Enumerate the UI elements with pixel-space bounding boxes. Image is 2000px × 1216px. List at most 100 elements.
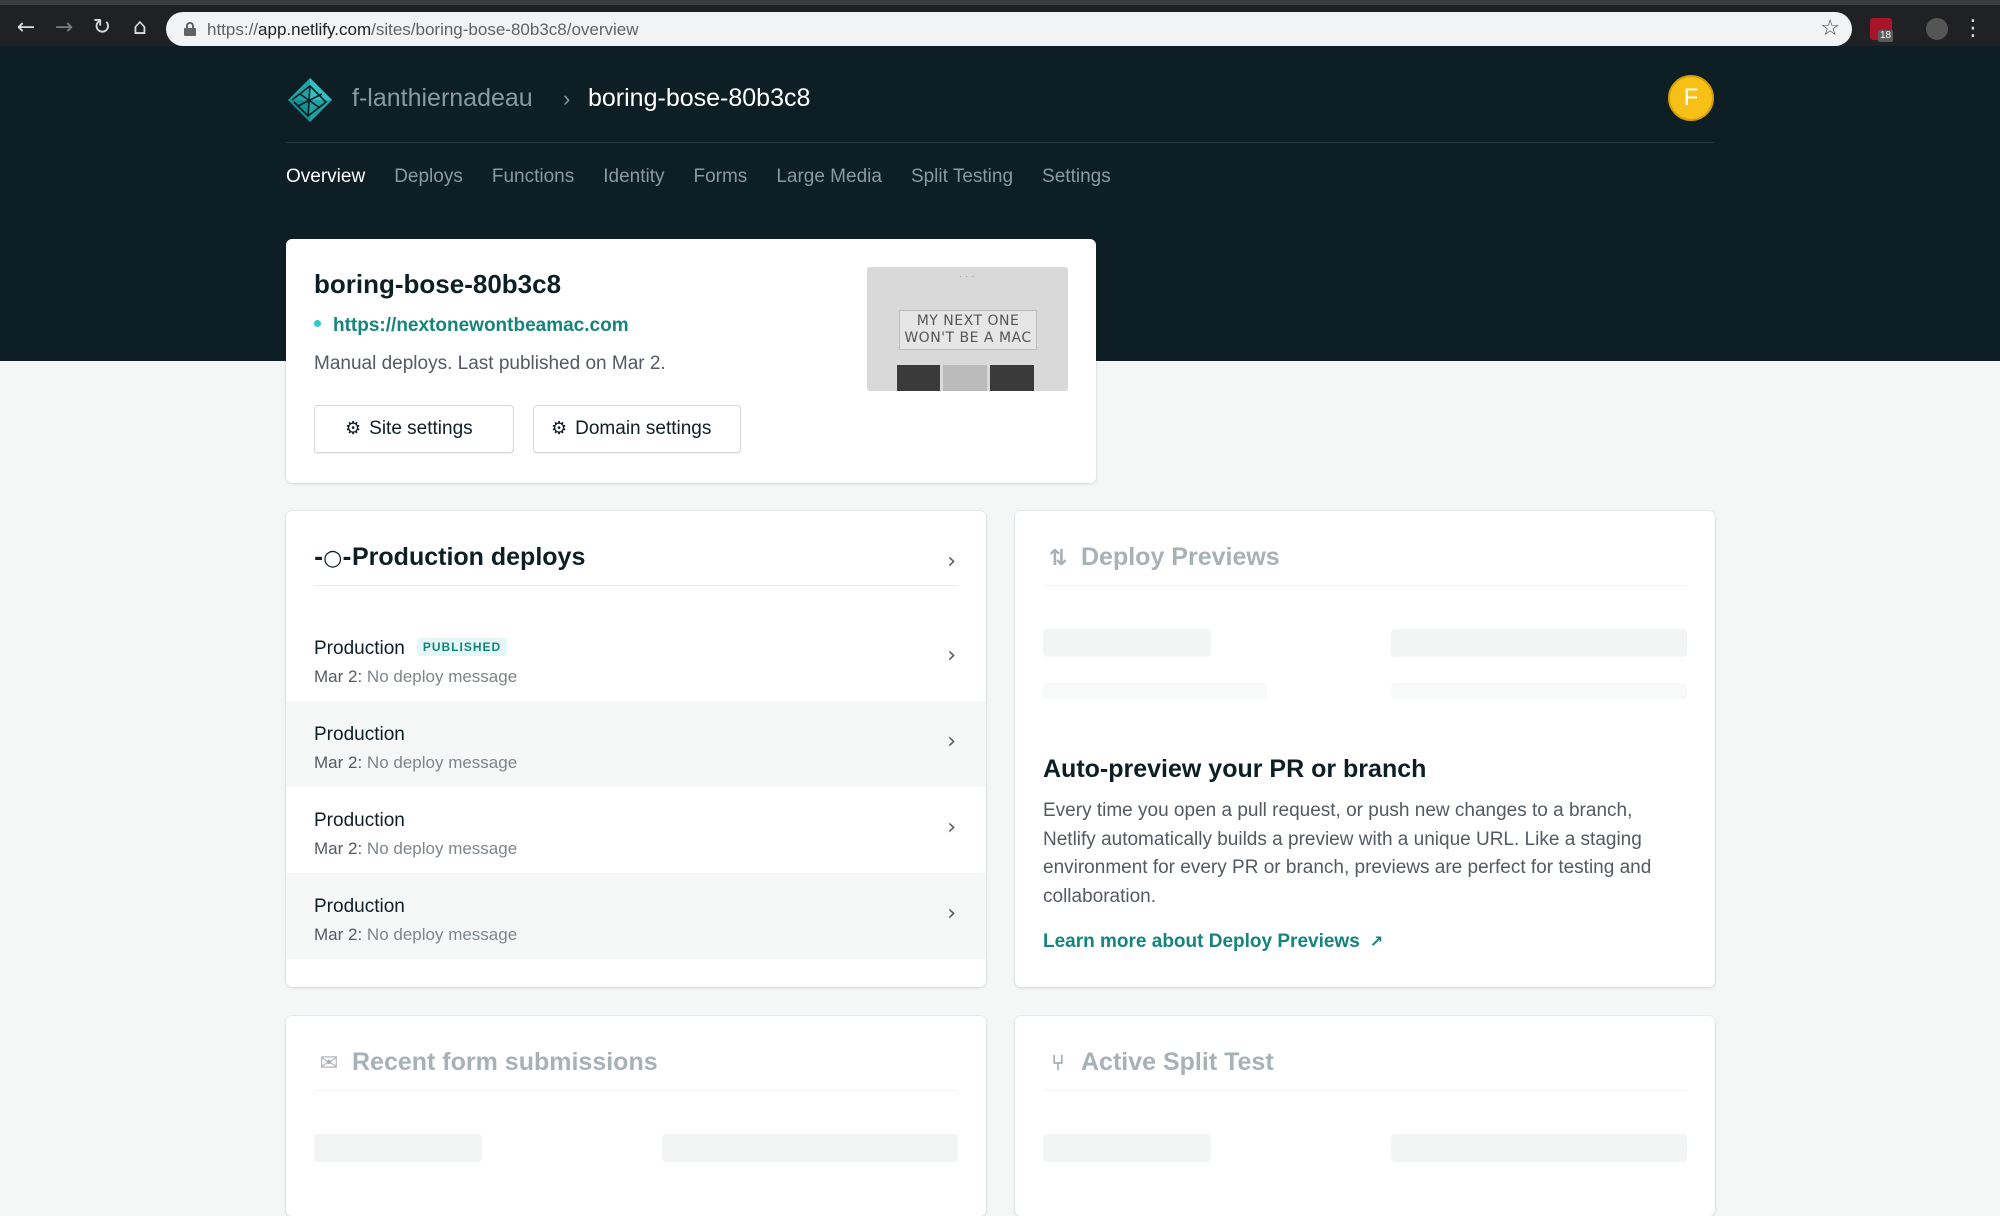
chevron-right-icon: › [947, 643, 956, 668]
skeleton-placeholder [314, 1134, 482, 1162]
card-divider [314, 1090, 958, 1091]
chevron-right-icon: › [947, 901, 956, 926]
tab-overview[interactable]: Overview [286, 166, 365, 196]
netlify-logo-icon[interactable] [286, 76, 334, 124]
chevron-right-icon: › [947, 729, 956, 754]
deploy-subtitle: Mar 2: No deploy message [314, 753, 517, 773]
site-url-text[interactable]: https://nextonewontbeamac.com [333, 315, 629, 336]
site-settings-button[interactable]: ⚙ Site settings [314, 405, 514, 453]
production-deploys-label: Production deploys [352, 543, 586, 571]
chevron-right-icon: › [947, 815, 956, 840]
deploy-subtitle: Mar 2: No deploy message [314, 925, 517, 945]
form-submissions-title: ✉ Recent form submissions [314, 1048, 658, 1077]
production-deploys-card: -○-Production deploys › Production PUBLIS… [286, 511, 986, 987]
deploy-previews-card: ⇅ Deploy Previews Auto-preview your PR or… [1015, 511, 1715, 987]
thumbnail-image-1 [897, 365, 940, 391]
deploy-row[interactable]: Production Mar 2: No deploy message › [286, 873, 986, 959]
commit-icon: -○- [314, 546, 352, 571]
deploy-message: No deploy message [366, 925, 518, 944]
thumbnail-line-1: MY NEXT ONE [916, 313, 1020, 329]
chevron-right-icon[interactable]: › [947, 549, 956, 574]
deploy-title: Production [314, 724, 405, 746]
tab-settings[interactable]: Settings [1042, 166, 1111, 196]
deploy-title-text: Production [314, 810, 405, 831]
gear-icon: ⚙ [551, 418, 568, 439]
breadcrumb-separator: › [563, 86, 571, 111]
tab-large-media[interactable]: Large Media [776, 166, 882, 196]
split-test-card: ⑂ Active Split Test [1015, 1016, 1715, 1216]
reload-icon[interactable]: ↻ [88, 14, 116, 42]
user-avatar[interactable]: F [1668, 75, 1714, 121]
deploy-title: Production PUBLISHED [314, 637, 508, 660]
external-link-icon: ↗ [1369, 932, 1384, 951]
deploy-message: No deploy message [366, 667, 518, 686]
split-test-label: Active Split Test [1081, 1048, 1274, 1076]
kebab-menu-icon[interactable]: ⋮ [1962, 18, 1984, 40]
site-nav-tabs: Overview Deploys Functions Identity Form… [286, 166, 1140, 196]
deploy-row[interactable]: Production PUBLISHED Mar 2: No deploy mes… [286, 615, 986, 701]
back-arrow-icon[interactable]: ← [12, 14, 40, 42]
deploy-date: Mar 2: [314, 925, 363, 944]
production-deploys-title[interactable]: -○-Production deploys [314, 543, 585, 572]
skeleton-placeholder [1391, 1134, 1687, 1162]
deploy-previews-title: ⇅ Deploy Previews [1043, 543, 1280, 572]
home-icon[interactable]: ⌂ [126, 14, 154, 42]
domain-settings-button[interactable]: ⚙ Domain settings [533, 405, 741, 453]
deploy-subtitle: Mar 2: No deploy message [314, 667, 517, 687]
skeleton-placeholder [1043, 1134, 1211, 1162]
card-divider [1043, 1090, 1687, 1091]
skeleton-placeholder [1043, 629, 1211, 657]
star-icon[interactable]: ☆ [1820, 16, 1840, 41]
thumbnail-dots: · · · [959, 271, 975, 282]
tab-split-testing[interactable]: Split Testing [911, 166, 1013, 196]
site-settings-label: Site settings [369, 418, 473, 439]
lock-icon [184, 22, 196, 36]
deploy-row[interactable]: Production Mar 2: No deploy message › [286, 787, 986, 873]
breadcrumb-site[interactable]: boring-bose-80b3c8 [588, 84, 810, 113]
deploy-title: Production [314, 896, 405, 918]
forward-arrow-icon[interactable]: → [50, 14, 78, 42]
deploy-title-text: Production [314, 724, 405, 745]
deploy-title-text: Production [314, 638, 405, 659]
skeleton-placeholder [1043, 683, 1267, 699]
deploy-row[interactable]: Production Mar 2: No deploy message › [286, 701, 986, 787]
branch-split-icon: ⑂ [1051, 1051, 1065, 1076]
tab-deploys[interactable]: Deploys [394, 166, 463, 196]
site-overview-card: boring-bose-80b3c8 https://nextonewontbe… [286, 239, 1096, 483]
learn-more-label[interactable]: Learn more about Deploy Previews [1043, 931, 1360, 952]
address-bar[interactable]: https://app.netlify.com/sites/boring-bos… [166, 12, 1852, 46]
published-badge: PUBLISHED [416, 637, 508, 656]
site-preview-thumbnail[interactable]: · · · MY NEXT ONE WON'T BE A MAC [867, 267, 1068, 391]
tab-forms[interactable]: Forms [693, 166, 747, 196]
form-submissions-label: Recent form submissions [352, 1048, 658, 1076]
deploy-date: Mar 2: [314, 753, 363, 772]
skeleton-placeholder [662, 1134, 958, 1162]
card-divider [314, 585, 958, 586]
form-submissions-card: ✉ Recent form submissions [286, 1016, 986, 1216]
deploy-date: Mar 2: [314, 839, 363, 858]
tab-functions[interactable]: Functions [492, 166, 574, 196]
ublock-extension-icon[interactable]: 18 [1870, 18, 1894, 42]
deploy-title: Production [314, 810, 405, 832]
deploy-title-text: Production [314, 896, 405, 917]
breadcrumb-team[interactable]: f-lanthiernadeau [352, 84, 533, 113]
deploy-previews-label: Deploy Previews [1081, 543, 1280, 571]
domain-settings-label: Domain settings [575, 418, 712, 439]
envelope-icon: ✉ [319, 1051, 339, 1076]
status-dot-icon [314, 320, 321, 328]
deploy-subtitle: Mar 2: No deploy message [314, 839, 517, 859]
deploy-previews-description: Every time you open a pull request, or p… [1043, 800, 1652, 907]
profile-extension-icon[interactable] [1926, 18, 1948, 40]
site-url-link[interactable]: https://nextonewontbeamac.com [314, 315, 629, 337]
address-url[interactable]: https://app.netlify.com/sites/boring-bos… [207, 20, 639, 40]
tab-identity[interactable]: Identity [603, 166, 664, 196]
skeleton-placeholder [1391, 683, 1687, 699]
thumbnail-image-3 [990, 365, 1034, 391]
deploy-message: No deploy message [366, 839, 518, 858]
deploy-message: No deploy message [366, 753, 518, 772]
learn-more-deploy-previews-link[interactable]: Learn more about Deploy Previews ↗ [1043, 931, 1383, 953]
card-divider [1043, 585, 1687, 586]
gear-icon: ⚙ [345, 418, 362, 439]
browser-chrome: ← → ↻ ⌂ https://app.netlify.com/sites/bo… [0, 0, 2000, 46]
deploy-meta: Manual deploys. Last published on Mar 2. [314, 353, 666, 374]
